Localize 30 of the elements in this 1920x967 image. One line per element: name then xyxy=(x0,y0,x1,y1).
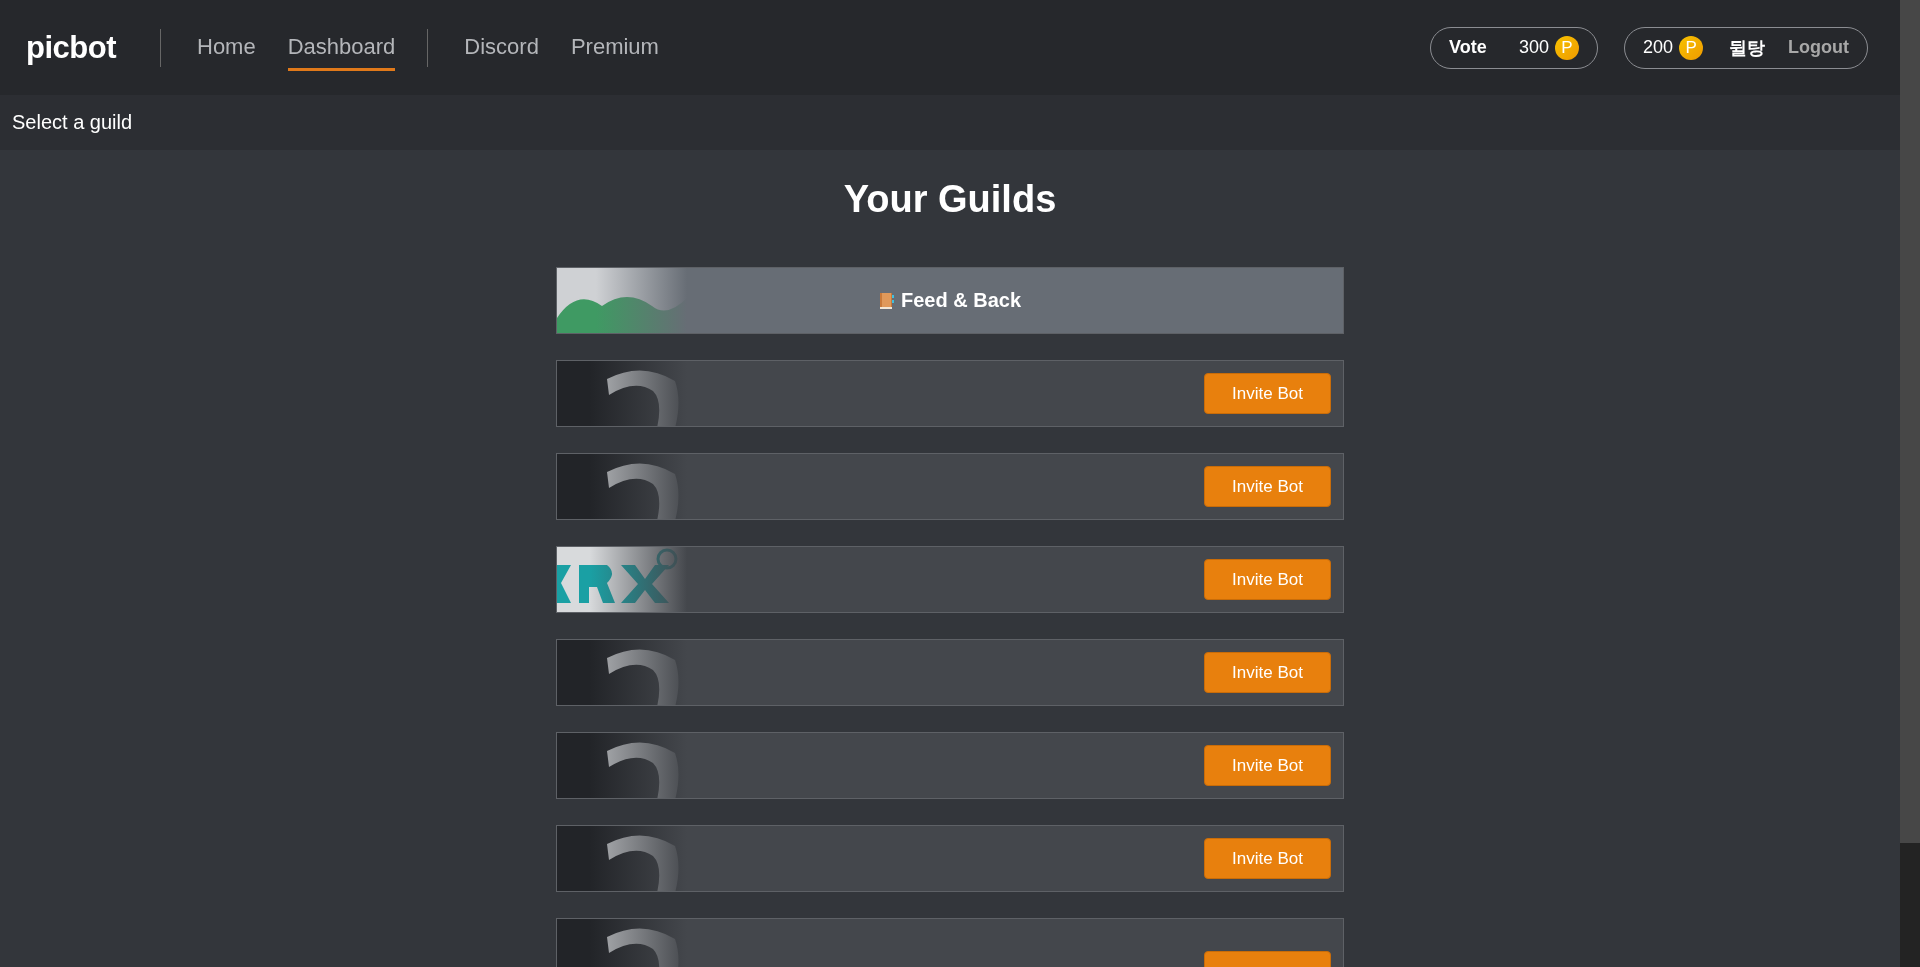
invite-bot-button[interactable]: Invite Bot xyxy=(1204,652,1331,693)
nav-link[interactable]: Home xyxy=(197,24,256,71)
guild-card[interactable]: Feed & Back xyxy=(556,267,1344,334)
logout-link[interactable]: Logout xyxy=(1788,37,1849,58)
guild-card[interactable]: Invite Bot xyxy=(556,825,1344,892)
guild-card[interactable]: Invite Bot xyxy=(556,732,1344,799)
invite-bot-button[interactable]: Invite Bot xyxy=(1204,559,1331,600)
guild-card[interactable]: Invite Bot xyxy=(556,546,1344,613)
guild-card[interactable]: Invite Bot xyxy=(556,453,1344,520)
notebook-icon xyxy=(878,291,895,310)
coin-icon: P xyxy=(1555,35,1579,60)
page-title: Your Guilds xyxy=(843,178,1057,221)
guild-card[interactable]: Invite Bot xyxy=(556,639,1344,706)
guild-card[interactable] xyxy=(556,918,1344,967)
vote-label: Vote xyxy=(1449,37,1487,58)
guild-name: Feed & Back xyxy=(900,289,1022,312)
nav-link[interactable]: Dashboard xyxy=(287,24,396,71)
invite-bot-button[interactable]: Invite Bot xyxy=(1204,466,1331,507)
breadcrumb-text: Select a guild xyxy=(12,111,133,134)
nav-link[interactable]: Premium xyxy=(570,24,659,71)
brand-logo[interactable]: picbot xyxy=(26,29,116,66)
coin-icon: P xyxy=(1679,35,1704,60)
invite-bot-button[interactable]: Invite Bot xyxy=(1204,745,1331,786)
user-name: 뒬탕 xyxy=(1729,36,1766,60)
points-count: 300 xyxy=(1518,37,1549,58)
nav-link[interactable]: Discord xyxy=(464,24,539,71)
invite-bot-button[interactable]: Invite Bot xyxy=(1204,838,1331,879)
invite-bot-button[interactable]: Invite Bot xyxy=(1204,373,1331,414)
guild-card[interactable]: Invite Bot xyxy=(556,360,1344,427)
points-count: 200 xyxy=(1643,37,1674,58)
